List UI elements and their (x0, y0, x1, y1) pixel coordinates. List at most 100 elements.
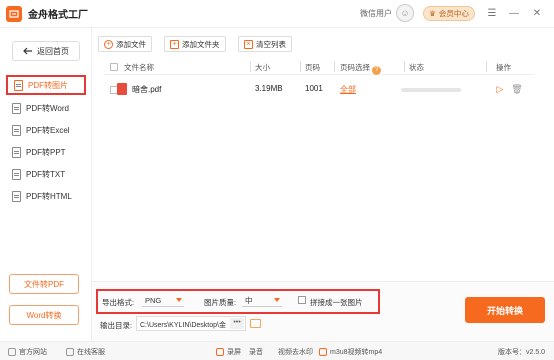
play-icon[interactable]: ▷ (494, 83, 506, 95)
online-support-label: 在线客服 (77, 349, 105, 356)
help-badge-icon[interactable]: ? (372, 66, 381, 75)
record-icon (216, 348, 224, 356)
main-panel: + 添加文件 + 添加文件夹 × 清空列表 文件名称 大小 页码 页码选择? 状… (92, 28, 554, 281)
record-audio-label: 录音 (249, 349, 263, 356)
app-logo-icon (6, 5, 22, 22)
start-convert-button[interactable]: 开始转换 (465, 297, 545, 323)
image-quality-value: 中 (245, 295, 253, 305)
col-file-name: 文件名称 (124, 63, 154, 72)
back-arrow-icon (23, 47, 32, 55)
clear-list-label: 清空列表 (256, 39, 286, 49)
minimize-icon[interactable]: — (506, 5, 522, 21)
video-icon (319, 348, 327, 356)
m3u8-to-mp4-label: m3u8视频转mp4 (330, 349, 383, 356)
sidebar-item-pdf-to-image[interactable]: PDF转图片 (6, 75, 86, 95)
column-divider (334, 61, 335, 72)
add-folder-label: 添加文件夹 (182, 39, 220, 49)
clear-list-button[interactable]: × 清空列表 (238, 36, 292, 52)
options-panel: 导出格式: PNG 图片质量: 中 拼接成一张图片 输出目录: C:\Users… (92, 281, 554, 341)
sidebar-item-label: PDF转图片 (28, 80, 68, 90)
file-pages: 1001 (305, 84, 323, 93)
chevron-down-icon (274, 298, 280, 302)
version-text: 版本号：v2.5.0 (498, 347, 545, 357)
sidebar-item-label: PDF转PPT (26, 147, 66, 157)
headset-icon (66, 348, 74, 356)
conversion-progress (401, 88, 461, 92)
official-website-label: 官方网站 (19, 349, 47, 356)
record-screen-link[interactable]: 录屏 (216, 347, 241, 357)
sidebar: 返回首页 PDF转图片 PDF转Word PDF转Excel PDF转PPT P… (0, 28, 92, 341)
sidebar-item-label: PDF转Word (26, 103, 69, 113)
table-row[interactable]: 暗舍.pdf 3.19MB 1001 全部 ▷ 🗑 (104, 80, 534, 100)
image-quality-select[interactable]: 中 (242, 294, 282, 307)
image-quality-label: 图片质量: (204, 298, 237, 307)
app-title: 金舟格式工厂 (28, 10, 88, 21)
user-name[interactable]: 微信用户 (360, 8, 392, 19)
home-icon (8, 348, 16, 356)
sidebar-item-pdf-to-excel[interactable]: PDF转Excel (6, 120, 86, 140)
open-folder-icon[interactable] (250, 319, 261, 328)
online-support-link[interactable]: 在线客服 (66, 347, 105, 357)
chevron-down-icon (176, 298, 182, 302)
back-home-label: 返回首页 (37, 46, 69, 56)
file-size: 3.19MB (255, 84, 283, 93)
column-divider (250, 61, 251, 72)
vip-center-label: 会员中心 (438, 9, 469, 18)
col-page-select: 页码选择? (340, 62, 381, 75)
sidebar-item-pdf-to-txt[interactable]: PDF转TXT (6, 164, 86, 184)
add-folder-button[interactable]: + 添加文件夹 (164, 36, 226, 52)
sidebar-item-pdf-to-ppt[interactable]: PDF转PPT (6, 142, 86, 162)
vip-center-button[interactable]: ♛ 会员中心 (423, 6, 475, 21)
col-action: 操作 (496, 63, 511, 72)
page-select-link[interactable]: 全部 (340, 84, 356, 95)
merge-label: 拼接成一张图片 (310, 298, 363, 307)
menu-icon[interactable]: ☰ (484, 5, 500, 21)
export-format-label: 导出格式: (102, 298, 135, 307)
crown-icon: ♛ (429, 9, 436, 18)
trash-icon[interactable]: 🗑 (511, 83, 523, 95)
add-file-button[interactable]: + 添加文件 (98, 36, 152, 52)
col-status: 状态 (409, 63, 424, 72)
clear-icon: × (244, 39, 253, 49)
sidebar-item-label: PDF转TXT (26, 169, 66, 179)
column-divider (300, 61, 301, 72)
col-page-select-label: 页码选择 (340, 63, 370, 72)
options-highlight-box: 导出格式: PNG 图片质量: 中 拼接成一张图片 (96, 289, 380, 314)
user-area[interactable]: 微信用户 ☺ (360, 4, 414, 22)
document-icon (12, 146, 21, 158)
document-icon (12, 124, 21, 136)
record-audio-link[interactable]: 录音 (249, 347, 263, 357)
title-bar: 金舟格式工厂 微信用户 ☺ ♛ 会员中心 ☰ — ✕ (0, 0, 554, 28)
sidebar-item-label: PDF转Excel (26, 125, 70, 135)
select-all-checkbox[interactable] (110, 63, 118, 71)
plus-circle-icon: + (104, 39, 113, 49)
close-icon[interactable]: ✕ (529, 5, 545, 21)
col-pages: 页码 (305, 63, 320, 72)
avatar[interactable]: ☺ (396, 4, 414, 22)
document-icon (12, 190, 21, 202)
document-icon (12, 102, 21, 114)
add-file-label: 添加文件 (116, 39, 146, 49)
output-dir-label: 输出目录: (100, 321, 133, 330)
file-to-pdf-button[interactable]: 文件转PDF (9, 274, 79, 294)
folder-icon: + (170, 39, 179, 49)
m3u8-to-mp4-link[interactable]: m3u8视频转mp4 (319, 347, 382, 357)
browse-more-button[interactable]: ••• (230, 318, 244, 329)
official-website-link[interactable]: 官方网站 (8, 347, 47, 357)
sidebar-item-pdf-to-word[interactable]: PDF转Word (6, 98, 86, 118)
word-convert-button[interactable]: Word转换 (9, 305, 79, 325)
remove-watermark-link[interactable]: 视频去水印 (278, 347, 313, 357)
document-icon (12, 168, 21, 180)
footer: 官方网站 在线客服 录屏 录音 视频去水印 m3u8视频转mp4 版本号：v2.… (0, 341, 554, 360)
sidebar-item-pdf-to-html[interactable]: PDF转HTML (6, 186, 86, 206)
column-divider (486, 61, 487, 72)
export-format-select[interactable]: PNG (142, 294, 184, 307)
record-screen-label: 录屏 (227, 349, 241, 356)
pdf-file-icon (117, 83, 127, 95)
table-header: 文件名称 大小 页码 页码选择? 状态 操作 (104, 59, 534, 75)
merge-checkbox[interactable] (298, 296, 306, 304)
col-size: 大小 (255, 63, 270, 72)
sidebar-item-label: PDF转HTML (26, 191, 72, 201)
remove-watermark-label: 视频去水印 (278, 349, 313, 356)
back-home-button[interactable]: 返回首页 (12, 41, 80, 61)
